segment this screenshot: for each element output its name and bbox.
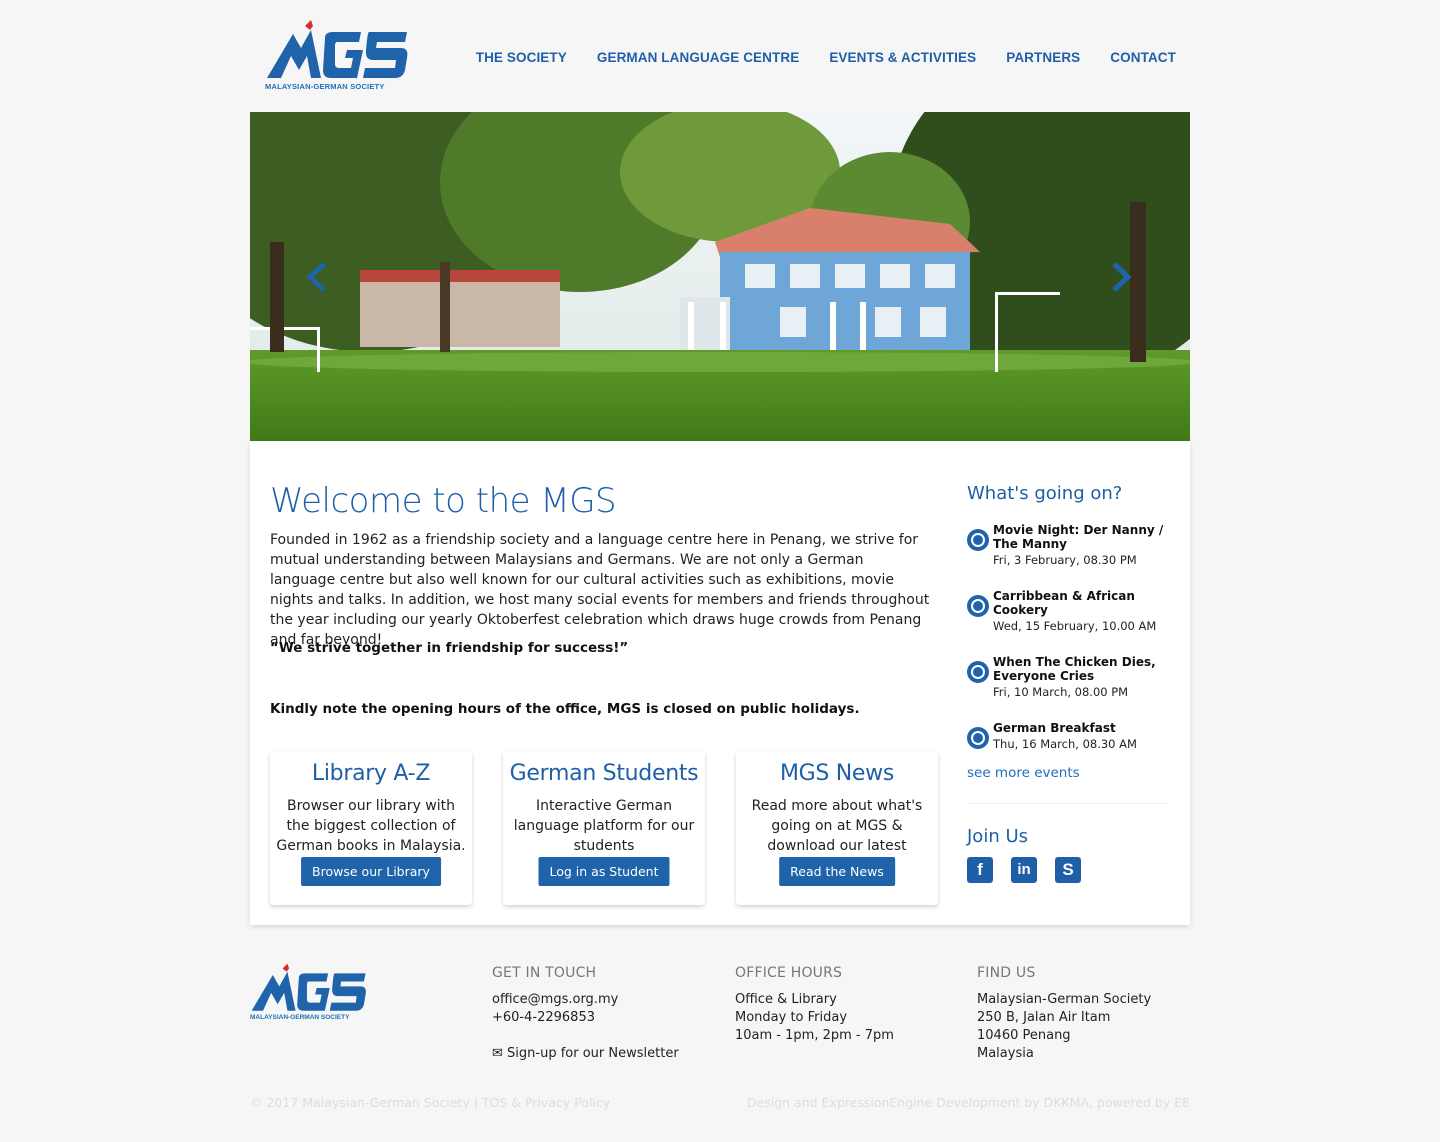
event-title: German Breakfast [993,721,1116,735]
footer-heading: OFFICE HOURS [735,965,843,981]
footer-contact: GET IN TOUCH office@mgs.org.my +60-4-229… [492,965,679,1063]
motto-text: “We strive together in friendship for su… [270,640,629,656]
join-us-heading: Join Us [967,826,1029,847]
facebook-icon[interactable]: f [967,857,993,883]
nav-item-contact[interactable]: CONTACT [1110,50,1176,65]
linkedin-icon[interactable]: in [1011,857,1037,883]
hero-slider [250,112,1190,441]
card-mgs-news: MGS News Read more about what's going on… [736,751,938,905]
event-date: Wed, 15 February, 10.00 AM [993,619,1157,633]
logo-mark-icon [267,20,408,78]
envelope-icon: ✉ [492,1046,503,1061]
card-text: Interactive German language platform for… [513,798,695,854]
intro-text: Founded in 1962 as a friendship society … [270,532,930,648]
skype-icon[interactable]: S [1055,857,1081,883]
event-date: Thu, 16 March, 08.30 AM [993,737,1137,751]
bread-icon [967,727,989,749]
card-title: Library A-Z [311,761,431,786]
card-german-students: German Students Interactive German langu… [503,751,705,905]
card-title: MGS News [779,761,895,786]
page-title: Welcome to the MGS [270,481,617,521]
student-login-button[interactable]: Log in as Student [538,857,670,886]
address-line: Malaysia [977,1046,1034,1061]
logo-tagline: MALAYSIAN-GERMAN SOCIETY [250,1014,350,1021]
opening-hours-note: Kindly note the opening hours of the off… [270,701,860,717]
hours-line: 10am - 1pm, 2pm - 7pm [735,1028,894,1043]
footer-logo[interactable]: MALAYSIAN-GERMAN SOCIETY [250,963,368,1023]
address-line: 250 B, Jalan Air Itam [977,1010,1111,1025]
film-icon [967,529,989,551]
logo-mark-icon [251,963,366,1011]
theatre-icon [967,661,989,683]
see-more-events-link[interactable]: see more events [967,765,1080,781]
footer-heading: FIND US [977,965,1036,981]
footer-hours: OFFICE HOURS Office & Library Monday to … [735,965,894,1045]
main-nav: THE SOCIETY GERMAN LANGUAGE CENTRE EVENT… [476,50,1176,65]
hero-image [250,112,1190,441]
cooking-pot-icon [967,595,989,617]
phone-text: +60-4-2296853 [492,1010,595,1025]
logo-tagline: MALAYSIAN-GERMAN SOCIETY [265,82,385,91]
chevron-right-icon[interactable] [1110,262,1132,292]
credit-text[interactable]: Design and ExpressionEngine Development … [747,1095,1190,1110]
main-content: Welcome to the MGS Founded in 1962 as a … [250,441,1190,925]
copyright-text[interactable]: © 2017 Malaysian-German Society | TOS & … [250,1095,610,1110]
event-title: Movie Night: Der Nanny / The Manny [993,523,1164,551]
event-date: Fri, 3 February, 08.30 PM [993,553,1137,567]
address-line: Malaysian-German Society [977,992,1152,1007]
hours-line: Office & Library [735,992,837,1007]
footer-address: FIND US Malaysian-German Society 250 B, … [977,965,1151,1063]
footer-heading: GET IN TOUCH [492,965,597,981]
address-line: 10460 Penang [977,1028,1071,1043]
card-library: Library A-Z Browser our library with the… [270,751,472,905]
newsletter-link[interactable]: ✉ Sign-up for our Newsletter [492,1045,679,1063]
chevron-left-icon[interactable] [306,262,328,292]
mgs-logo[interactable]: MALAYSIAN-GERMAN SOCIETY [265,20,410,94]
nav-item-events-activities[interactable]: EVENTS & ACTIVITIES [829,50,976,65]
event-date: Fri, 10 March, 08.00 PM [993,685,1129,699]
card-text: Browser our library with the biggest col… [276,798,466,854]
email-link[interactable]: office@mgs.org.my [492,991,679,1009]
nav-item-the-society[interactable]: THE SOCIETY [476,50,567,65]
hours-line: Monday to Friday [735,1010,848,1025]
event-title: Carribbean & African Cookery [993,589,1135,617]
card-title: German Students [509,761,699,786]
read-news-button[interactable]: Read the News [779,857,895,886]
divider [967,803,1167,804]
nav-item-partners[interactable]: PARTNERS [1006,50,1080,65]
event-title: When The Chicken Dies, Everyone Cries [993,655,1156,683]
nav-item-german-language-centre[interactable]: GERMAN LANGUAGE CENTRE [597,50,799,65]
newsletter-label: Sign-up for our Newsletter [507,1046,679,1061]
browse-library-button[interactable]: Browse our Library [301,857,441,886]
events-heading: What's going on? [967,483,1123,504]
